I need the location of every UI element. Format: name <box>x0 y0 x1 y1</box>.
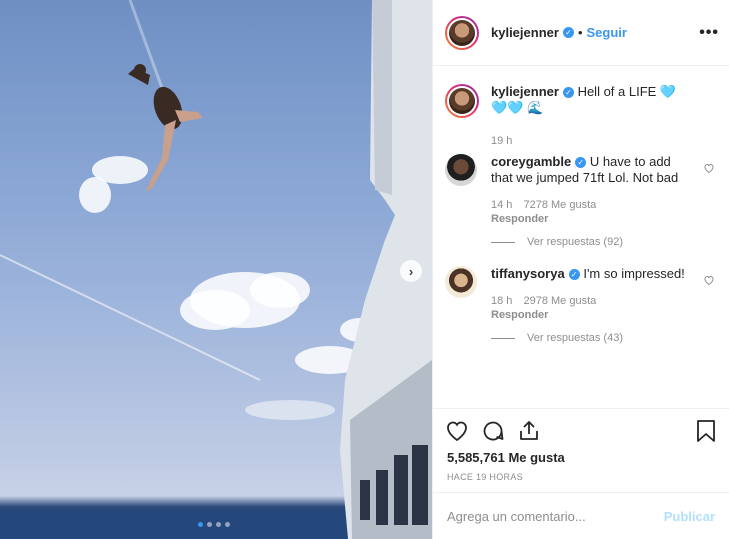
caption-username[interactable]: kyliejenner <box>491 84 559 99</box>
header-separator: • <box>577 25 583 40</box>
like-heart-icon[interactable] <box>445 419 469 443</box>
view-replies-label: Ver respuestas (43) <box>527 332 623 344</box>
reply-button[interactable]: Responder <box>491 213 548 225</box>
likes-count[interactable]: 5,585,761 Me gusta <box>447 450 565 465</box>
caption-item: kyliejenner ✓ Hell of a LIFE 🩵🩵🩵 🌊 19 h <box>445 84 717 148</box>
comment-text: I'm so impressed! <box>583 266 685 281</box>
commenter-avatar[interactable] <box>445 266 477 298</box>
verified-badge-icon: ✓ <box>562 87 574 98</box>
comment-username[interactable]: tiffanysorya <box>491 266 565 281</box>
verified-badge-icon: ✓ <box>562 27 574 38</box>
post-timestamp: HACE 19 HORAS <box>447 472 523 482</box>
post-actions-bar <box>433 408 729 452</box>
photo-scene <box>0 0 432 539</box>
comment-likes[interactable]: 7278 Me gusta <box>523 199 596 211</box>
caption-avatar[interactable] <box>445 84 479 118</box>
comment-time: 18 h <box>491 295 513 307</box>
like-comment-heart-icon[interactable] <box>703 162 715 174</box>
post-header: kyliejenner ✓ • Seguir ••• <box>433 0 729 66</box>
reply-button[interactable]: Responder <box>491 309 548 321</box>
add-comment-bar: Publicar <box>433 492 729 539</box>
post-photo[interactable]: › <box>0 0 432 539</box>
add-comment-input[interactable] <box>447 508 664 524</box>
carousel-next-button[interactable]: › <box>400 260 422 282</box>
comment-item: coreygamble ✓ U have to add that we jumpe… <box>445 154 717 226</box>
author-avatar[interactable] <box>445 15 479 50</box>
comment-item: tiffanysorya ✓ I'm so impressed! 18 h 297… <box>445 266 717 322</box>
comment-likes[interactable]: 2978 Me gusta <box>523 295 596 307</box>
carousel-dots <box>198 522 230 527</box>
comments-list[interactable]: kyliejenner ✓ Hell of a LIFE 🩵🩵🩵 🌊 19 h c… <box>433 66 729 408</box>
save-bookmark-icon[interactable] <box>695 419 717 443</box>
comment-time: 14 h <box>491 199 513 211</box>
view-replies-button[interactable]: Ver respuestas (43) <box>491 332 717 344</box>
publish-button[interactable]: Publicar <box>664 509 715 524</box>
carousel-dot <box>198 522 203 527</box>
verified-badge-icon: ✓ <box>568 269 580 280</box>
post-side-panel: kyliejenner ✓ • Seguir ••• kyliejenner ✓ … <box>432 0 729 539</box>
like-comment-heart-icon[interactable] <box>703 274 715 286</box>
verified-badge-icon: ✓ <box>575 157 587 168</box>
author-username[interactable]: kyliejenner <box>491 25 559 40</box>
share-upload-icon[interactable] <box>517 419 541 443</box>
carousel-dot <box>207 522 212 527</box>
carousel-dot <box>225 522 230 527</box>
more-options-icon[interactable]: ••• <box>699 24 719 42</box>
comment-bubble-icon[interactable] <box>481 419 505 443</box>
view-replies-button[interactable]: Ver respuestas (92) <box>491 236 717 248</box>
carousel-dot <box>216 522 221 527</box>
follow-button[interactable]: Seguir <box>587 25 627 40</box>
caption-time: 19 h <box>491 135 513 147</box>
view-replies-label: Ver respuestas (92) <box>527 236 623 248</box>
comment-username[interactable]: coreygamble <box>491 154 571 169</box>
commenter-avatar[interactable] <box>445 154 477 186</box>
